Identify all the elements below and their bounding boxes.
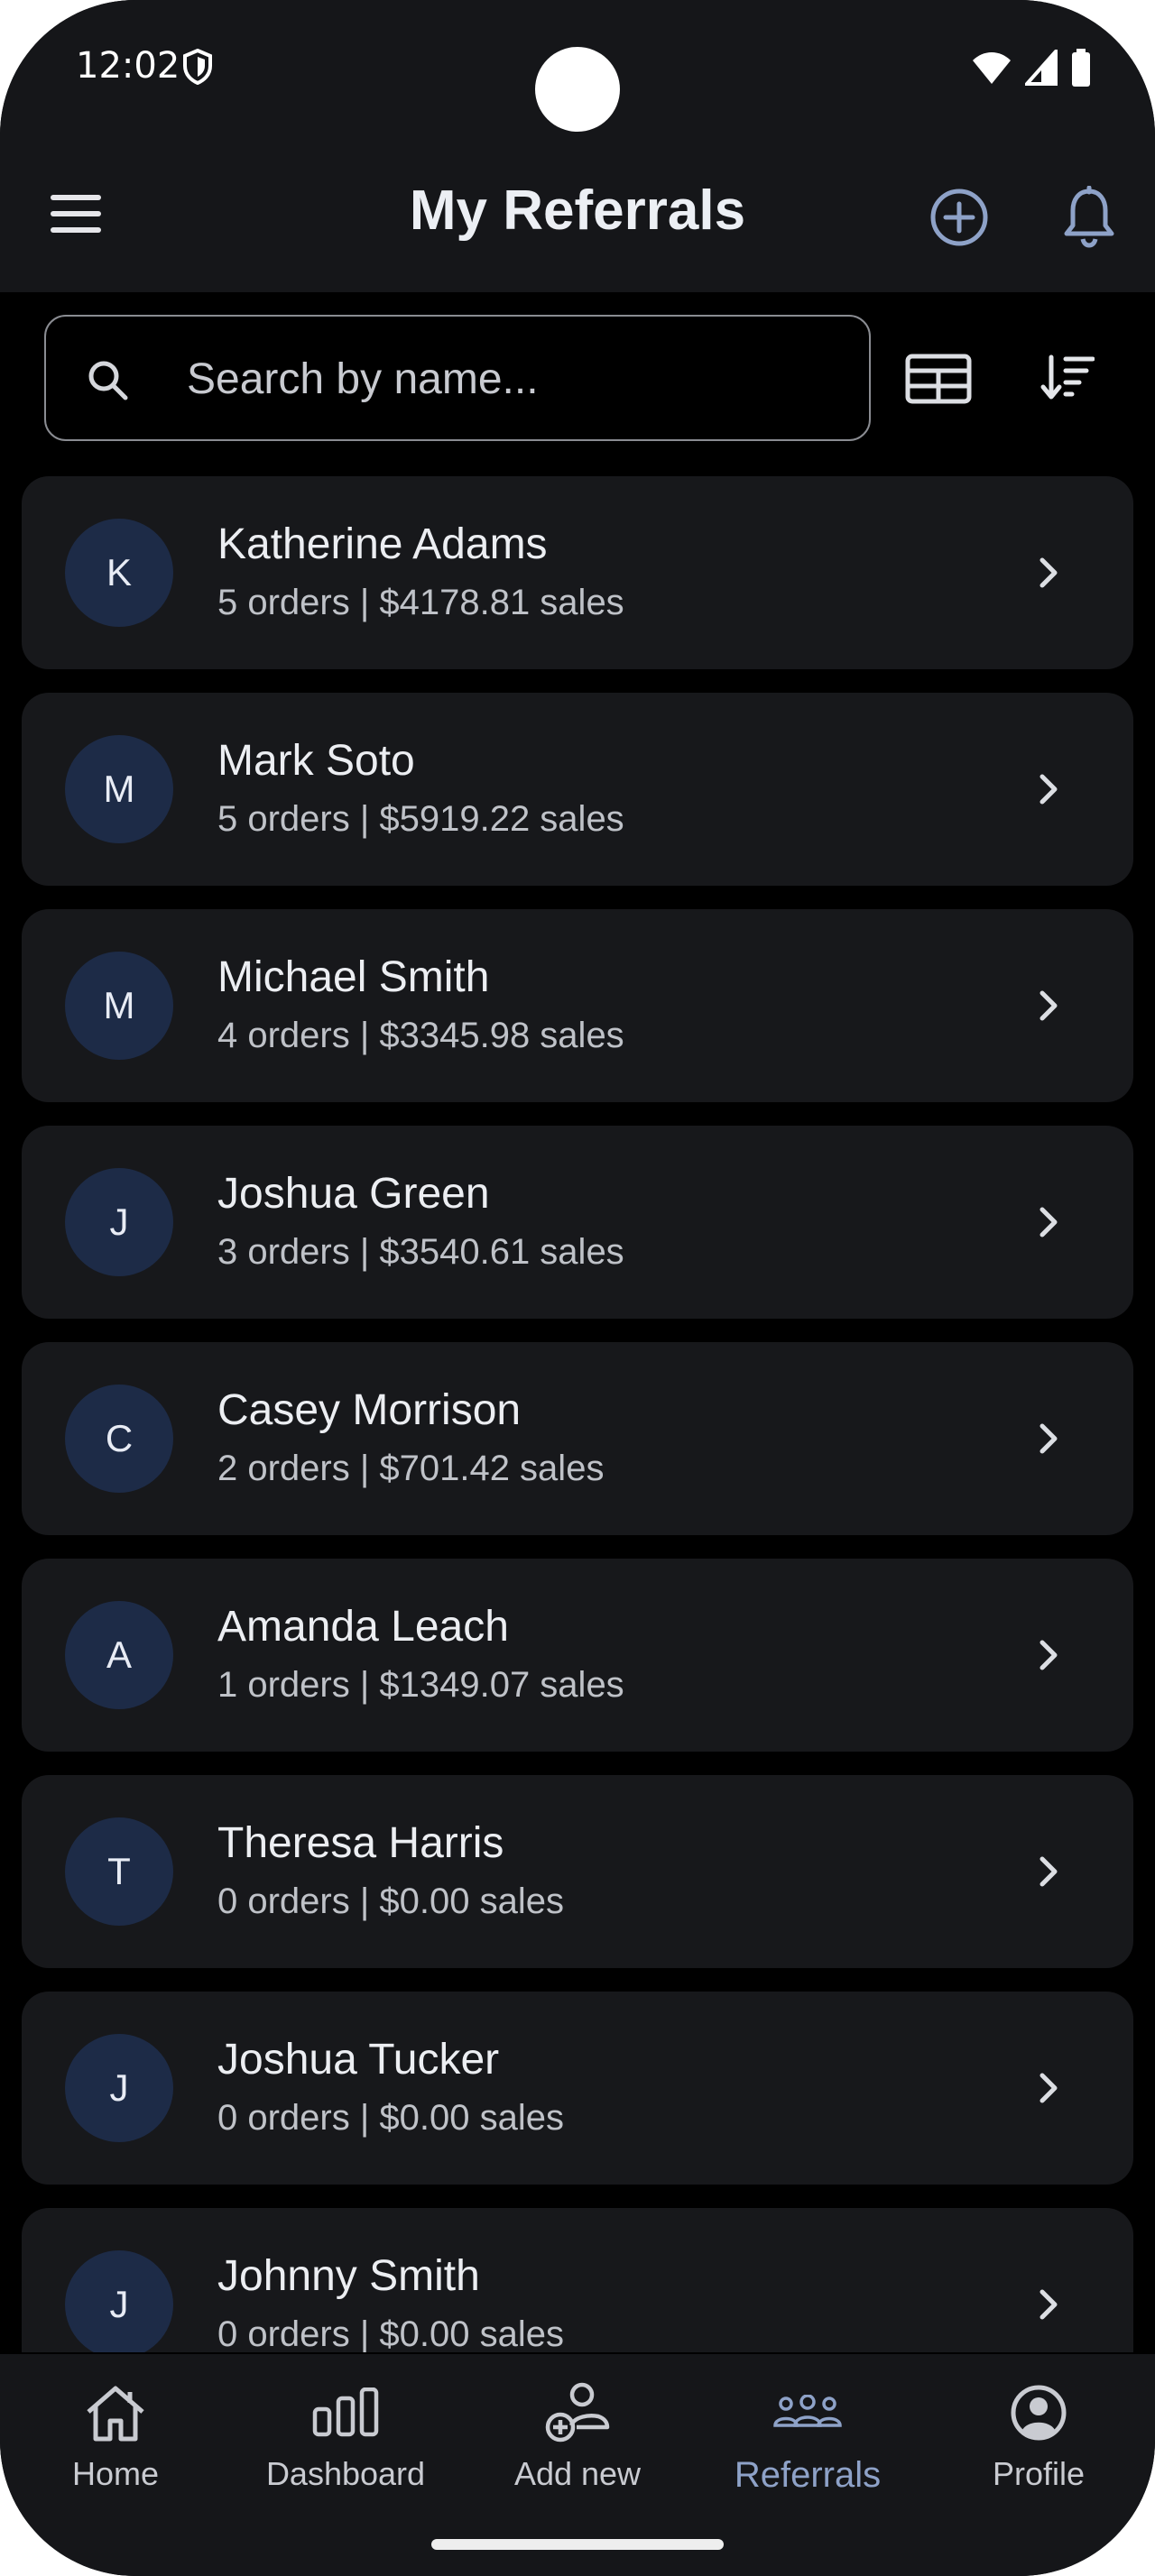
referral-card[interactable]: C Casey Morrison 2 orders | $701.42 sale… (22, 1342, 1133, 1535)
nav-profile[interactable]: Profile (939, 2372, 1138, 2493)
sort-icon[interactable] (1040, 354, 1095, 409)
avatar: J (65, 2250, 173, 2352)
referral-name: Theresa Harris (217, 1819, 504, 1867)
search-icon (86, 358, 129, 406)
referral-stats: 0 orders | $0.00 sales (217, 1881, 564, 1921)
nav-add-new[interactable]: Add new (478, 2372, 677, 2493)
referral-stats: 0 orders | $0.00 sales (217, 2098, 564, 2138)
avatar: K (65, 519, 173, 627)
referral-name: Joshua Tucker (217, 2036, 500, 2084)
nav-dashboard-label: Dashboard (265, 2455, 426, 2492)
avatar: J (65, 1168, 173, 1276)
referral-card[interactable]: J Joshua Tucker 0 orders | $0.00 sales (22, 1992, 1133, 2185)
avatar: C (65, 1385, 173, 1493)
referral-name: Mark Soto (217, 737, 415, 785)
referral-list[interactable]: K Katherine Adams 5 orders | $4178.81 sa… (22, 476, 1133, 2352)
status-bar: 12:02 (0, 0, 1155, 135)
avatar: T (65, 1817, 173, 1926)
battery-icon (1070, 49, 1092, 91)
chevron-right-icon (1035, 555, 1062, 595)
chevron-right-icon (1035, 1421, 1062, 1461)
search-field[interactable] (44, 315, 871, 441)
referral-card[interactable]: M Michael Smith 4 orders | $3345.98 sale… (22, 909, 1133, 1102)
avatar: J (65, 2034, 173, 2142)
avatar: A (65, 1601, 173, 1709)
bell-icon[interactable] (1061, 185, 1117, 253)
referral-card[interactable]: J Johnny Smith 0 orders | $0.00 sales (22, 2208, 1133, 2352)
add-circle-icon[interactable] (929, 188, 989, 252)
nav-home-label: Home (71, 2455, 160, 2492)
referral-card[interactable]: M Mark Soto 5 orders | $5919.22 sales (22, 693, 1133, 886)
home-icon (16, 2372, 215, 2453)
referral-card[interactable]: J Joshua Green 3 orders | $3540.61 sales (22, 1126, 1133, 1319)
referral-card[interactable]: T Theresa Harris 0 orders | $0.00 sales (22, 1775, 1133, 1968)
nav-home[interactable]: Home (16, 2372, 215, 2493)
referral-stats: 1 orders | $1349.07 sales (217, 1665, 624, 1705)
referral-name: Joshua Green (217, 1170, 490, 1218)
referral-stats: 5 orders | $4178.81 sales (217, 583, 624, 622)
chevron-right-icon (1035, 1854, 1062, 1894)
avatar: M (65, 952, 173, 1060)
chevron-right-icon (1035, 988, 1062, 1028)
table-view-icon[interactable] (905, 354, 972, 409)
group-icon (708, 2372, 907, 2453)
account-circle-icon (939, 2372, 1138, 2453)
nav-referrals[interactable]: Referrals (708, 2372, 907, 2496)
referral-card[interactable]: A Amanda Leach 1 orders | $1349.07 sales (22, 1559, 1133, 1752)
referral-stats: 4 orders | $3345.98 sales (217, 1016, 624, 1055)
referral-stats: 3 orders | $3540.61 sales (217, 1232, 624, 1272)
referral-name: Johnny Smith (217, 2252, 480, 2300)
nav-dashboard[interactable]: Dashboard (246, 2372, 445, 2493)
bar-chart-icon (246, 2372, 445, 2453)
referral-name: Casey Morrison (217, 1386, 522, 1434)
wifi-icon (971, 50, 1012, 90)
referral-stats: 5 orders | $5919.22 sales (217, 799, 624, 839)
referral-name: Michael Smith (217, 953, 490, 1001)
home-indicator[interactable] (431, 2539, 724, 2550)
chevron-right-icon (1035, 1637, 1062, 1678)
nav-referrals-label: Referrals (734, 2455, 882, 2495)
referral-stats: 0 orders | $0.00 sales (217, 2314, 564, 2352)
phone-screen: 12:02 My Referrals Search by name... K K… (0, 0, 1155, 2576)
status-icons (971, 46, 1092, 91)
chevron-right-icon (1035, 771, 1062, 812)
nav-profile-label: Profile (992, 2455, 1086, 2492)
referral-stats: 2 orders | $701.42 sales (217, 1449, 605, 1488)
chevron-right-icon (1035, 2286, 1062, 2327)
chevron-right-icon (1035, 1204, 1062, 1245)
add-person-icon (478, 2372, 677, 2453)
chevron-right-icon (1035, 2070, 1062, 2111)
shield-icon (182, 48, 213, 89)
avatar: M (65, 735, 173, 843)
referral-name: Amanda Leach (217, 1603, 509, 1651)
camera-cutout (535, 47, 620, 132)
nav-add-new-label: Add new (513, 2455, 642, 2492)
referral-name: Katherine Adams (217, 520, 548, 568)
referral-card[interactable]: K Katherine Adams 5 orders | $4178.81 sa… (22, 476, 1133, 669)
status-time: 12:02 (76, 45, 180, 87)
search-input[interactable] (185, 344, 838, 414)
cellular-signal-icon (1022, 46, 1058, 90)
app-bar: My Referrals (0, 135, 1155, 292)
